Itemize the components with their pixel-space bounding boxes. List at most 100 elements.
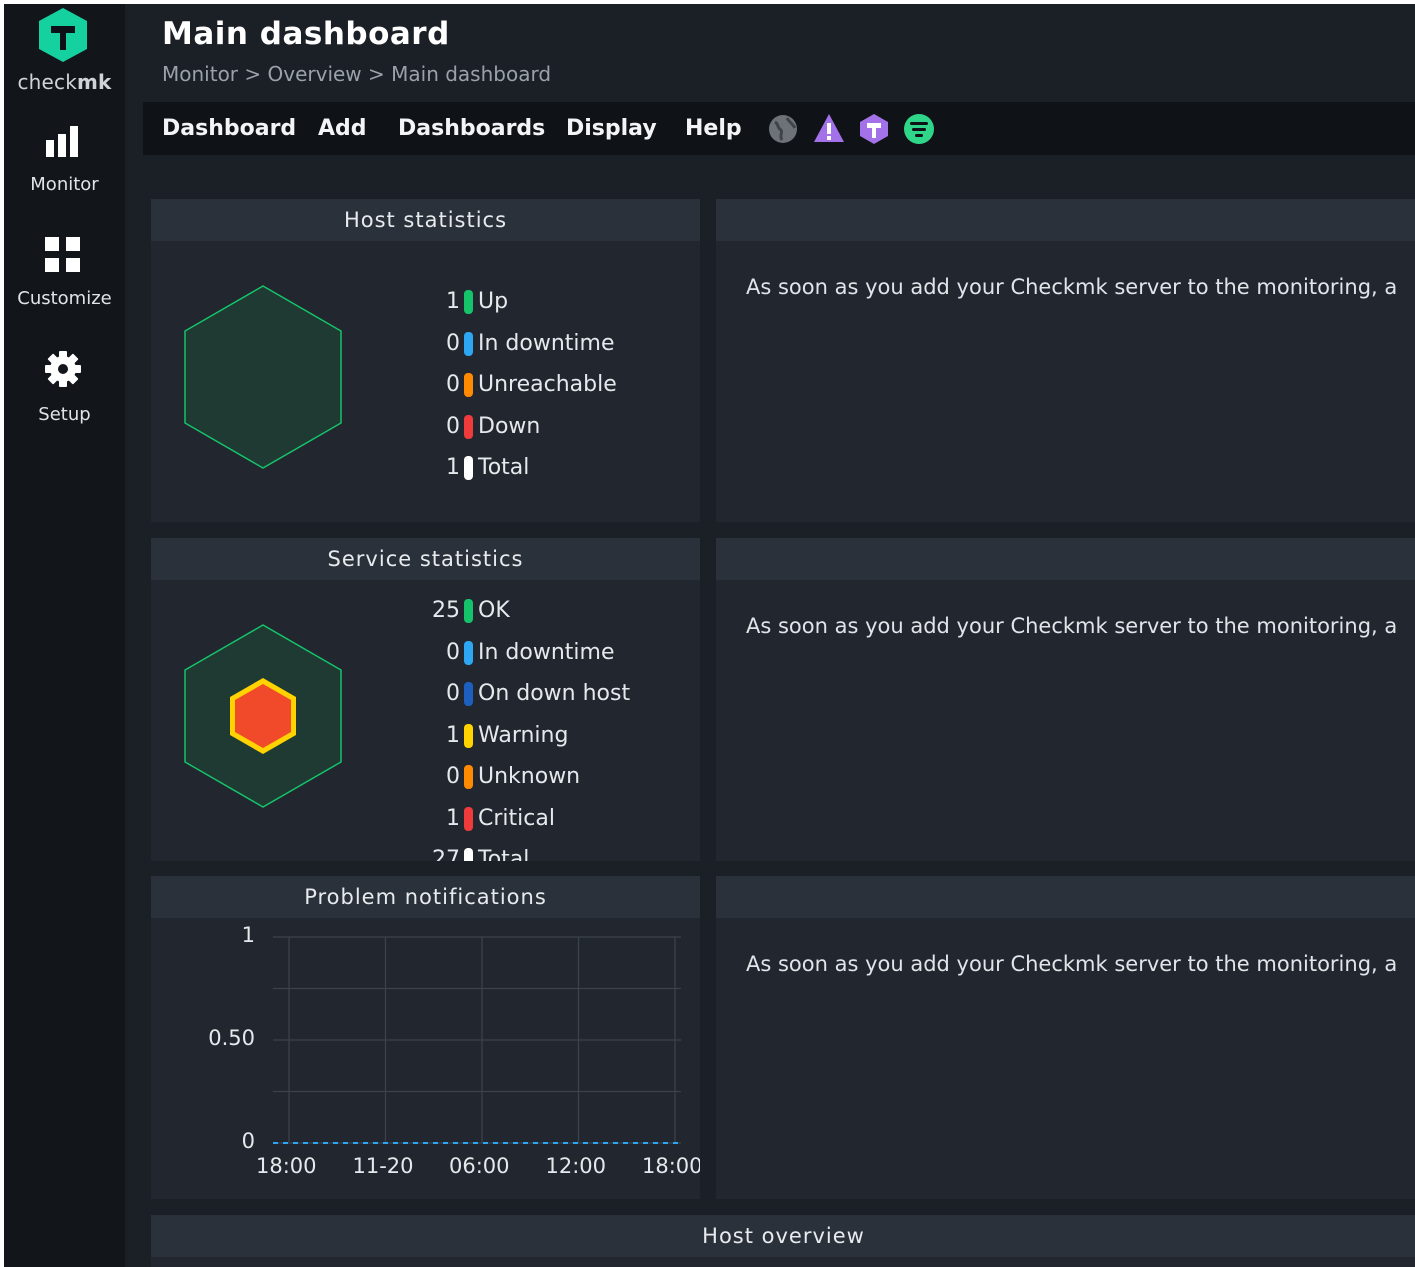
stat-color-bar (464, 765, 473, 789)
stat-row-warning[interactable]: 1 Warning (446, 722, 569, 748)
gear-icon (45, 351, 81, 387)
stat-count: 0 (446, 681, 460, 706)
sidebar-item-setup[interactable]: Setup (4, 350, 125, 450)
host-statistics-panel: Host statistics 1 Up 0 In downtime 0 Unreacha… (151, 199, 700, 522)
stat-color-bar (464, 290, 473, 314)
checkmk-logo[interactable]: checkmk (4, 4, 125, 104)
stat-color-bar (464, 373, 473, 397)
stat-row-unknown[interactable]: 0 Unknown (446, 764, 581, 789)
globe-icon[interactable] (767, 112, 799, 144)
info-message: As soon as you add your Checkmk server t… (746, 614, 1398, 638)
panel-title: Host overview (151, 1215, 1415, 1257)
y-tick-label: 1 (241, 923, 255, 947)
stat-label: Unknown (478, 764, 581, 789)
panel-header (716, 199, 1415, 241)
checkmk-logo-icon (39, 8, 87, 62)
menu-help[interactable]: Help (685, 116, 742, 141)
sidebar-item-monitor[interactable]: Monitor (4, 126, 125, 226)
stat-count: 27 (432, 847, 460, 861)
stat-row-ok[interactable]: 25 OK (432, 598, 510, 623)
stat-color-bar (464, 848, 473, 861)
stat-color-bar (464, 456, 473, 480)
breadcrumb[interactable]: Monitor > Overview > Main dashboard (162, 62, 551, 86)
info-panel: As soon as you add your Checkmk server t… (716, 199, 1415, 522)
stat-count: 0 (446, 413, 460, 439)
info-panel: As soon as you add your Checkmk server t… (716, 538, 1415, 861)
host-overview-panel: Host overview (151, 1215, 1415, 1267)
menu-dashboards[interactable]: Dashboards (398, 116, 545, 141)
service-statistics-panel: Service statistics 25 OK 0 In downtime 0 On d… (151, 538, 700, 861)
sidebar-item-label: Monitor (30, 174, 99, 195)
stat-row-total[interactable]: 1 Total (446, 455, 530, 480)
stat-color-bar (464, 331, 473, 356)
stat-label: Warning (478, 722, 569, 748)
monitor-bars-icon (46, 126, 78, 157)
panel-header (716, 876, 1415, 918)
filter-icon[interactable] (902, 112, 936, 146)
info-message: As soon as you add your Checkmk server t… (746, 952, 1398, 976)
info-message: As soon as you add your Checkmk server t… (746, 275, 1398, 299)
stat-count: 1 (446, 455, 460, 480)
stat-label: Critical (478, 805, 555, 831)
y-tick-label: 0 (241, 1129, 255, 1153)
panel-title: Host statistics (151, 199, 700, 241)
panel-header (716, 538, 1415, 580)
stat-count: 0 (446, 330, 460, 356)
menu-display[interactable]: Display (566, 116, 657, 141)
stat-color-bar (464, 806, 473, 831)
stat-color-bar (464, 723, 473, 748)
stat-label: Up (478, 289, 509, 314)
sidebar-item-customize[interactable]: Customize (4, 236, 125, 336)
stat-row-down[interactable]: 0 Down (446, 413, 541, 439)
stat-row-critical[interactable]: 1 Critical (446, 805, 555, 831)
x-tick-label: 12:00 (545, 1154, 607, 1178)
stat-count: 1 (446, 722, 460, 748)
sidebar: checkmk Monitor Customize Setup (4, 4, 125, 1267)
stat-count: 0 (446, 639, 460, 665)
problem-notifications-panel: Problem notifications 1 0.50 0 18:00 11-20 06… (151, 876, 700, 1199)
menu-dashboard[interactable]: Dashboard (162, 116, 296, 141)
host-hexagon-icon[interactable] (181, 284, 345, 470)
x-tick-label: 06:00 (449, 1154, 510, 1178)
main-content: Main dashboard Monitor > Overview > Main… (143, 4, 1415, 1267)
stat-label: On down host (478, 681, 631, 706)
service-hexagon-icon[interactable] (181, 623, 345, 809)
stat-label: OK (478, 598, 510, 623)
stat-row-up[interactable]: 1 Up (446, 289, 509, 314)
stat-count: 0 (446, 372, 460, 397)
stat-label: Total (478, 455, 530, 480)
stat-label: Down (478, 413, 541, 439)
checkmk-icon[interactable] (858, 112, 890, 146)
brand-name: checkmk (17, 70, 112, 94)
panel-title: Service statistics (151, 538, 700, 580)
stat-row-in-downtime[interactable]: 0 In downtime (446, 639, 615, 665)
stat-color-bar (464, 640, 473, 665)
warning-icon[interactable] (812, 112, 846, 144)
stat-count: 0 (446, 764, 460, 789)
menu-add[interactable]: Add (318, 116, 367, 141)
app-window: checkmk Monitor Customize Setup Main das… (4, 4, 1415, 1267)
stat-label: In downtime (478, 330, 615, 356)
stat-row-total[interactable]: 27 Total (432, 847, 530, 861)
stat-label: In downtime (478, 639, 615, 665)
stat-row-unreachable[interactable]: 0 Unreachable (446, 372, 617, 397)
sidebar-item-label: Setup (38, 404, 91, 425)
stat-count: 25 (432, 598, 460, 623)
page-title: Main dashboard (162, 16, 450, 52)
stat-color-bar (464, 682, 473, 706)
customize-grid-icon (45, 237, 80, 272)
info-panel: As soon as you add your Checkmk server t… (716, 876, 1415, 1199)
x-tick-label: 18:00 (642, 1154, 700, 1178)
y-tick-label: 0.50 (208, 1026, 255, 1050)
x-tick-label: 11-20 (352, 1154, 414, 1178)
stat-count: 1 (446, 289, 460, 314)
stat-color-bar (464, 414, 473, 439)
x-tick-label: 18:00 (256, 1154, 317, 1178)
stat-label: Unreachable (478, 372, 617, 397)
stat-color-bar (464, 599, 473, 623)
stat-row-on-down-host[interactable]: 0 On down host (446, 681, 631, 706)
stat-count: 1 (446, 805, 460, 831)
sidebar-item-label: Customize (17, 288, 112, 309)
stat-row-in-downtime[interactable]: 0 In downtime (446, 330, 615, 356)
stat-label: Total (478, 847, 530, 861)
